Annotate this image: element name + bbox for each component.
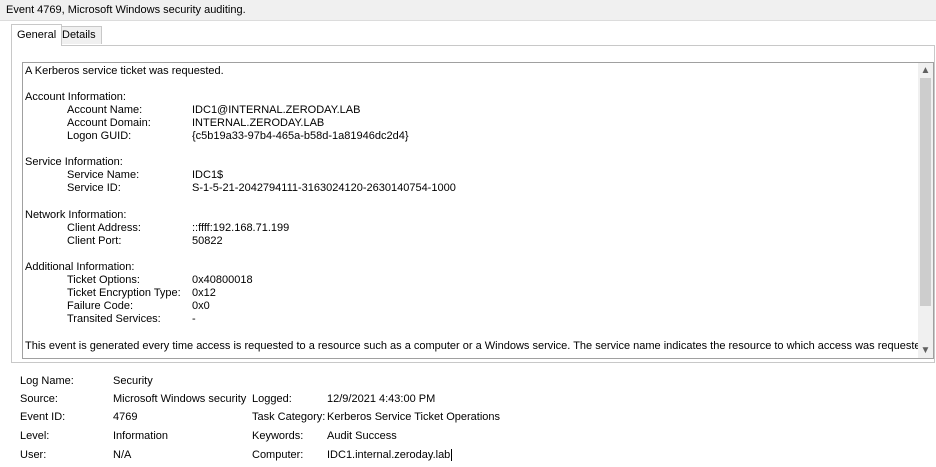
scroll-down-icon[interactable]: ▼ bbox=[918, 343, 933, 358]
scrollbar-thumb[interactable] bbox=[920, 78, 931, 306]
failure-code-label: Failure Code: bbox=[67, 300, 134, 312]
general-panel: A Kerberos service ticket was requested.… bbox=[11, 45, 935, 363]
tab-general[interactable]: General bbox=[11, 24, 63, 46]
client-port-value: 50822 bbox=[192, 235, 223, 247]
account-domain-value: INTERNAL.ZERODAY.LAB bbox=[192, 117, 325, 129]
client-port-label: Client Port: bbox=[67, 235, 122, 247]
logon-guid-label: Logon GUID: bbox=[67, 130, 132, 142]
task-category-label: Task Category: bbox=[252, 411, 326, 423]
event-id-label: Event ID: bbox=[20, 411, 66, 423]
source-label: Source: bbox=[20, 393, 58, 405]
level-value: Information bbox=[113, 430, 169, 442]
account-name-value: IDC1@INTERNAL.ZERODAY.LAB bbox=[192, 104, 361, 116]
user-value: N/A bbox=[113, 449, 132, 461]
ticket-options-value: 0x40800018 bbox=[192, 274, 253, 286]
ticket-encryption-type-value: 0x12 bbox=[192, 287, 216, 299]
account-name-label: Account Name: bbox=[67, 104, 143, 116]
user-label: User: bbox=[20, 449, 47, 461]
account-info-header: Account Information: bbox=[25, 91, 126, 103]
level-label: Level: bbox=[20, 430, 50, 442]
vertical-scrollbar[interactable]: ▲ ▼ bbox=[918, 63, 933, 358]
event-id-value: 4769 bbox=[113, 411, 138, 423]
service-id-label: Service ID: bbox=[67, 182, 121, 194]
tab-details[interactable]: Details bbox=[56, 26, 102, 44]
logon-guid-value: {c5b19a33-97b4-465a-b58d-1a81946dc2d4} bbox=[192, 130, 409, 142]
ticket-options-label: Ticket Options: bbox=[67, 274, 140, 286]
scroll-up-icon[interactable]: ▲ bbox=[918, 63, 933, 78]
log-name-label: Log Name: bbox=[20, 375, 74, 387]
transited-services-label: Transited Services: bbox=[67, 313, 161, 325]
client-address-label: Client Address: bbox=[67, 222, 141, 234]
service-id-value: S-1-5-21-2042794111-3163024120-263014075… bbox=[192, 182, 456, 194]
client-address-value: ::ffff:192.168.71.199 bbox=[192, 222, 290, 234]
task-category-value: Kerberos Service Ticket Operations bbox=[327, 411, 501, 423]
logged-label: Logged: bbox=[252, 393, 292, 405]
event-title-bar: Event 4769, Microsoft Windows security a… bbox=[0, 0, 936, 21]
transited-services-value: - bbox=[192, 313, 196, 325]
keywords-value: Audit Success bbox=[327, 430, 397, 442]
ticket-encryption-type-label: Ticket Encryption Type: bbox=[67, 287, 181, 299]
service-name-value: IDC1$ bbox=[192, 169, 224, 181]
message-intro: A Kerberos service ticket was requested. bbox=[25, 65, 224, 77]
network-info-header: Network Information: bbox=[25, 209, 127, 221]
source-value: Microsoft Windows security bbox=[113, 393, 247, 405]
event-title: Event 4769, Microsoft Windows security a… bbox=[6, 4, 246, 16]
message-footer: This event is generated every time acces… bbox=[25, 340, 930, 352]
event-description-textbox[interactable]: A Kerberos service ticket was requested.… bbox=[22, 62, 934, 359]
computer-value[interactable]: IDC1.internal.zeroday.lab bbox=[327, 449, 453, 461]
computer-label: Computer: bbox=[252, 449, 304, 461]
log-name-value: Security bbox=[113, 375, 153, 387]
service-name-label: Service Name: bbox=[67, 169, 140, 181]
tab-strip: General Details bbox=[0, 22, 936, 46]
keywords-label: Keywords: bbox=[252, 430, 304, 442]
account-domain-label: Account Domain: bbox=[67, 117, 151, 129]
failure-code-value: 0x0 bbox=[192, 300, 210, 312]
logged-value: 12/9/2021 4:43:00 PM bbox=[327, 393, 436, 405]
additional-info-header: Additional Information: bbox=[25, 261, 135, 273]
service-info-header: Service Information: bbox=[25, 156, 123, 168]
